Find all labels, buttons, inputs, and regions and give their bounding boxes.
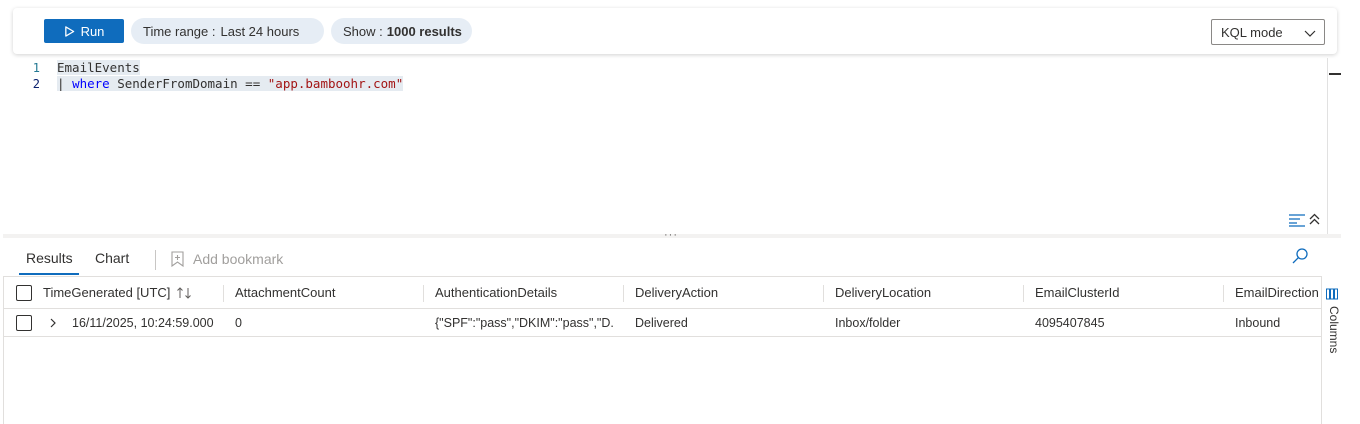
code-token-op: | (57, 76, 73, 91)
column-header-label: AuthenticationDetails (435, 285, 558, 300)
editor-scrollbar-track[interactable] (1327, 58, 1328, 234)
query-editor[interactable]: 1 2 EmailEvents | where SenderFromDomain … (0, 58, 1330, 234)
code-token-ident: SenderFromDomain (109, 76, 246, 91)
columns-icon (1326, 288, 1338, 300)
run-button[interactable]: Run (44, 19, 124, 43)
code-token-kw: where (72, 76, 110, 91)
tab-divider (155, 250, 156, 270)
time-range-picker[interactable]: Time range : Last 24 hours (131, 18, 324, 44)
code-token-op (260, 76, 268, 91)
chevron-right-icon[interactable] (48, 317, 58, 329)
column-separator[interactable] (623, 285, 624, 302)
collapse-up-icon[interactable] (1308, 212, 1321, 226)
column-header-label: DeliveryLocation (835, 285, 932, 300)
cell-authenticationdetails: {"SPF":"pass","DKIM":"pass","D... (435, 315, 615, 330)
line-number: 2 (32, 77, 40, 91)
add-bookmark-button[interactable]: Add bookmark (170, 251, 283, 267)
column-header-deliveryaction[interactable]: DeliveryAction (635, 277, 820, 308)
active-tab-indicator (19, 273, 79, 275)
add-bookmark-label: Add bookmark (193, 251, 284, 267)
column-header-deliverylocation[interactable]: DeliveryLocation (835, 277, 1020, 308)
sort-icon[interactable] (176, 286, 194, 300)
cell-deliverylocation: Inbox/folder (835, 315, 901, 330)
word-wrap-icon[interactable] (1288, 213, 1306, 227)
code-token-op: == (245, 76, 261, 91)
columns-panel-toggle[interactable]: Columns (1323, 286, 1341, 356)
results-grid: TimeGenerated [UTC] AttachmentCount Auth… (3, 276, 1322, 424)
tab-chart[interactable]: Chart (95, 250, 129, 266)
column-header-attachmentcount[interactable]: AttachmentCount (235, 277, 420, 308)
column-header-timegenerated[interactable]: TimeGenerated [UTC] (43, 277, 223, 308)
code-token-str: "app.bamboohr.com" (267, 76, 404, 91)
column-separator[interactable] (1223, 285, 1224, 302)
selected-text: | where SenderFromDomain == "app.bambooh… (57, 76, 404, 91)
line-number: 1 (32, 61, 40, 75)
query-toolbar: Run Time range : Last 24 hours Show : 10… (13, 8, 1337, 54)
search-icon[interactable] (1291, 247, 1309, 265)
column-header-label: TimeGenerated [UTC] (43, 285, 171, 300)
code-token-ident: EmailEvents (57, 60, 140, 75)
cell-deliveryaction: Delivered (635, 315, 688, 330)
columns-panel-label: Columns (1327, 306, 1341, 354)
grid-header-row: TimeGenerated [UTC] AttachmentCount Auth… (4, 276, 1322, 309)
splitter-grip-icon[interactable]: ··· (664, 229, 678, 241)
column-header-label: EmailDirection (1235, 285, 1319, 300)
chevron-down-icon (1304, 30, 1316, 37)
result-limit-picker[interactable]: Show : 1000 results (331, 18, 472, 44)
code-line[interactable]: EmailEvents (57, 60, 403, 76)
select-all-checkbox[interactable] (16, 285, 32, 301)
run-button-label: Run (80, 23, 105, 39)
play-icon (64, 25, 74, 37)
grid-right-border (1321, 276, 1322, 424)
mode-dropdown[interactable]: KQL mode (1211, 19, 1325, 45)
time-range-label: Time range : (143, 23, 216, 39)
column-header-emaildirection[interactable]: EmailDirection (1235, 277, 1322, 308)
column-separator[interactable] (223, 285, 224, 302)
time-range-value: Last 24 hours (220, 23, 300, 39)
row-checkbox[interactable] (16, 315, 32, 331)
show-label: Show : (343, 23, 383, 39)
cell-timegenerated: 16/11/2025, 10:24:59.000 (72, 315, 214, 330)
column-separator[interactable] (1023, 285, 1024, 302)
cell-emaildirection: Inbound (1235, 315, 1281, 330)
table-row[interactable]: 16/11/2025, 10:24:59.000 0 {"SPF":"pass"… (4, 309, 1322, 337)
editor-scroll-marker (1329, 73, 1341, 75)
code-lines[interactable]: EmailEvents | where SenderFromDomain == "… (57, 60, 404, 92)
tab-results[interactable]: Results (26, 250, 73, 266)
column-header-label: DeliveryAction (635, 285, 719, 300)
code-line[interactable]: | where SenderFromDomain == "app.bambooh… (57, 76, 404, 92)
bookmark-icon (171, 251, 184, 267)
column-header-label: EmailClusterId (1035, 285, 1120, 300)
selected-text: EmailEvents (57, 60, 140, 75)
column-header-authenticationdetails[interactable]: AuthenticationDetails (435, 277, 620, 308)
column-separator[interactable] (423, 285, 424, 302)
column-header-label: AttachmentCount (235, 285, 336, 300)
mode-dropdown-value: KQL mode (1221, 24, 1283, 40)
line-number-gutter: 1 2 (0, 60, 44, 92)
results-tab-bar: Results Chart Add bookmark (17, 244, 1341, 276)
cell-emailclusterid: 4095407845 (1035, 315, 1105, 330)
column-header-emailclusterid[interactable]: EmailClusterId (1035, 277, 1220, 308)
show-value: 1000 results (386, 23, 462, 39)
column-separator[interactable] (823, 285, 824, 302)
cell-attachmentcount: 0 (235, 315, 242, 330)
